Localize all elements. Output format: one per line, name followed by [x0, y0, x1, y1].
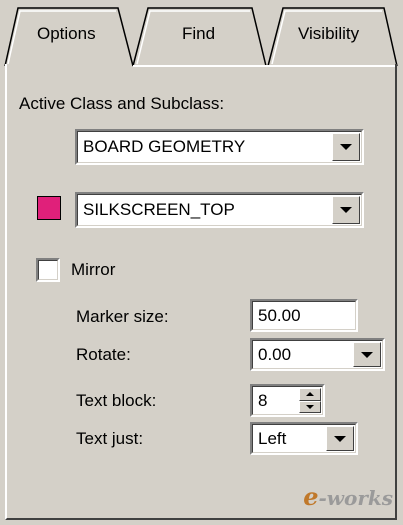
text-block-value: 8 — [258, 390, 268, 410]
class-dropdown-button[interactable] — [332, 133, 360, 161]
chevron-down-icon — [361, 351, 373, 358]
spin-up-button[interactable] — [299, 388, 321, 401]
active-class-heading: Active Class and Subclass: — [19, 94, 225, 113]
text-block-spinner[interactable]: 8 — [250, 384, 325, 417]
class-dropdown[interactable]: BOARD GEOMETRY — [75, 129, 364, 165]
text-just-dropdown[interactable]: Left — [250, 422, 358, 455]
chevron-down-icon — [340, 207, 352, 213]
rotate-label: Rotate: — [76, 345, 131, 364]
text-just-value: Left — [258, 428, 287, 448]
marker-size-input[interactable]: 50.00 — [250, 299, 358, 332]
tab-find[interactable]: Find — [182, 24, 215, 44]
subclass-dropdown[interactable]: SILKSCREEN_TOP — [75, 192, 364, 228]
chevron-down-icon — [334, 435, 346, 442]
subclass-dropdown-value: SILKSCREEN_TOP — [83, 200, 235, 219]
eworks-watermark: e-works — [303, 482, 393, 511]
text-just-label: Text just: — [76, 429, 144, 448]
mirror-label: Mirror — [71, 260, 116, 279]
arrow-up-icon — [306, 392, 314, 397]
text-just-dropdown-button[interactable] — [326, 426, 354, 451]
chevron-down-icon — [340, 144, 352, 150]
subclass-color-swatch[interactable] — [37, 196, 61, 220]
spin-down-button[interactable] — [299, 400, 321, 413]
marker-size-value: 50.00 — [258, 305, 301, 325]
arrow-down-icon — [306, 404, 314, 409]
text-block-label: Text block: — [76, 391, 157, 410]
subclass-dropdown-button[interactable] — [332, 196, 360, 224]
marker-size-label: Marker size: — [76, 307, 169, 326]
tab-visibility[interactable]: Visibility — [298, 24, 359, 44]
rotate-dropdown-button[interactable] — [353, 342, 381, 367]
rotate-dropdown[interactable]: 0.00 — [250, 338, 385, 371]
rotate-value: 0.00 — [258, 344, 292, 364]
class-dropdown-value: BOARD GEOMETRY — [83, 137, 246, 156]
tab-options[interactable]: Options — [37, 24, 96, 44]
mirror-checkbox[interactable] — [36, 258, 60, 282]
